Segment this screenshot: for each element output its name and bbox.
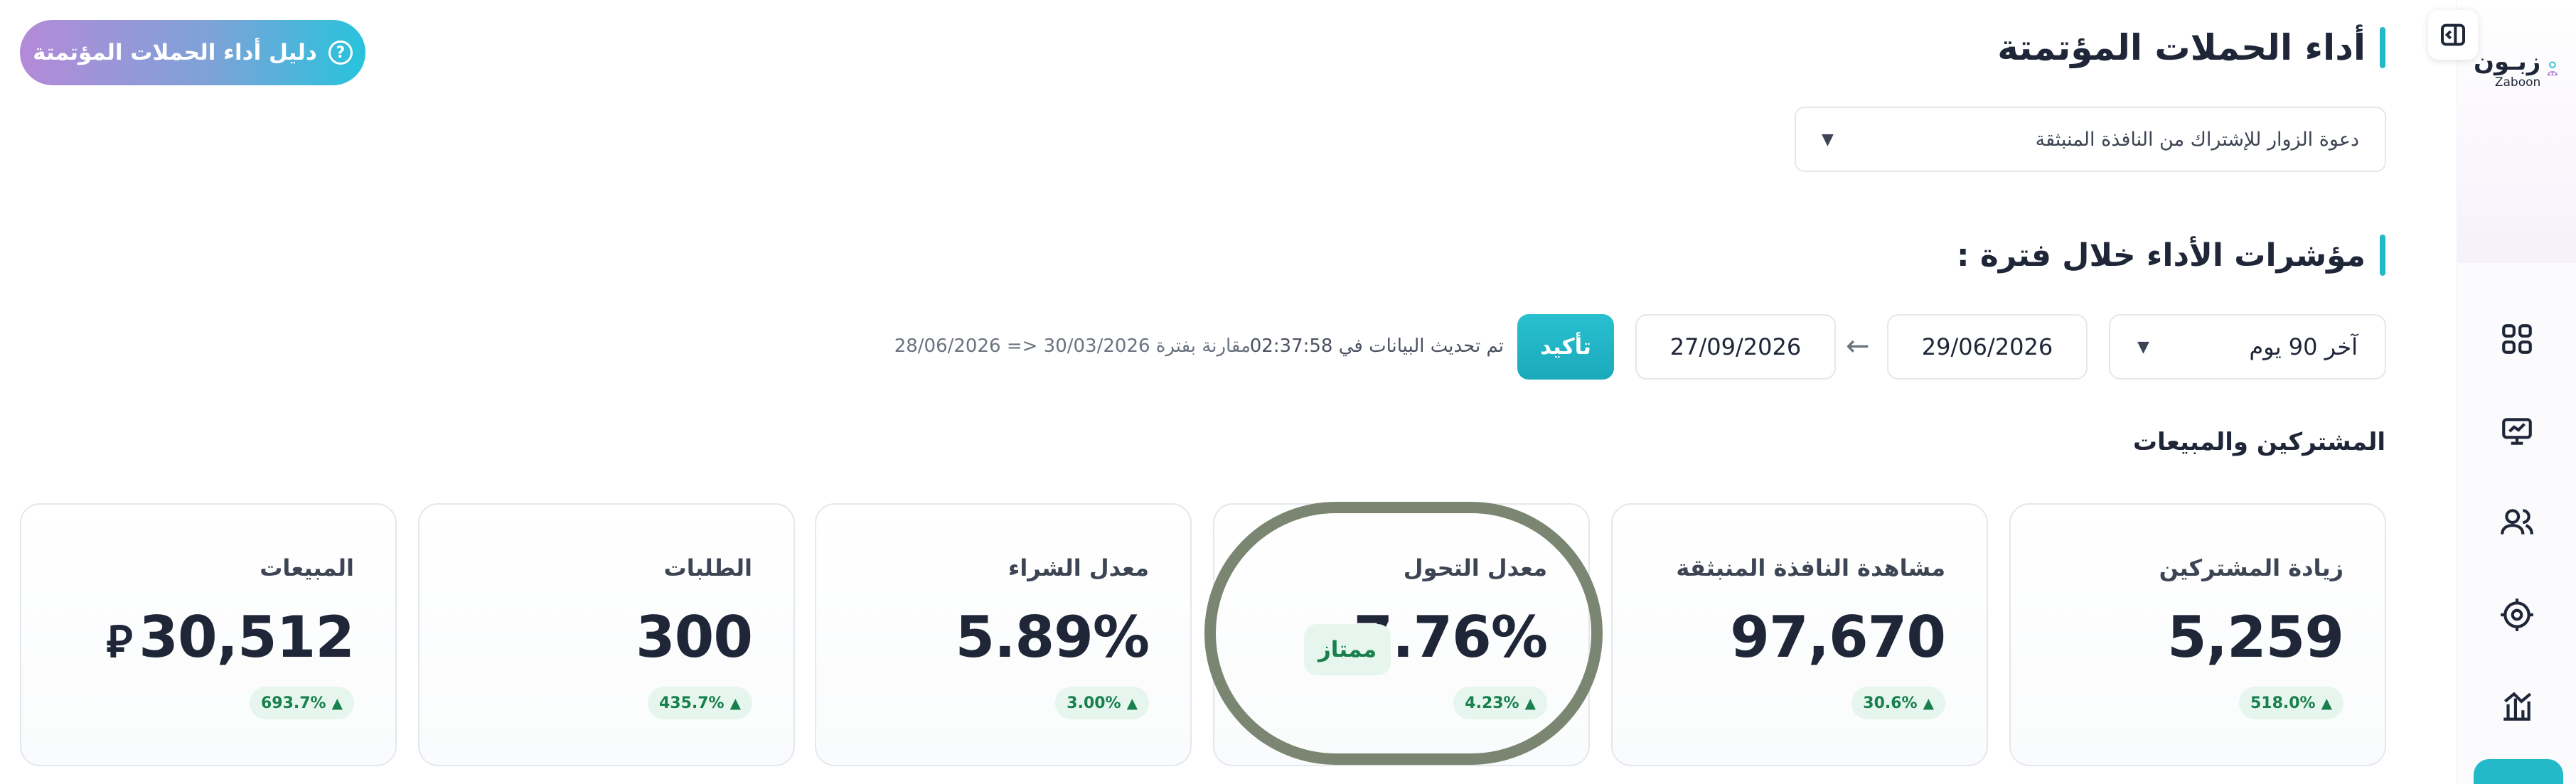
nav-item-dashboard[interactable] (2494, 316, 2540, 363)
nav-item-customers[interactable] (2494, 499, 2540, 546)
kpi-card-label: زيادة المشتركين (2159, 554, 2343, 581)
nav-item-active[interactable] (2474, 759, 2563, 784)
campaign-guide-label: دليل أداء الحملات المؤتمتة (33, 40, 317, 65)
page-title-text: أداء الحملات المؤتمتة (1997, 27, 2366, 68)
kpi-card-value: 97,670 (1730, 604, 1946, 670)
kpi-card-value: ⃁ 30,512 (106, 604, 355, 670)
kpi-card-label: مشاهدة النافذة المنبثقة (1676, 554, 1945, 581)
campaign-guide-button[interactable]: ? دليل أداء الحملات المؤتمتة (20, 20, 365, 85)
nav-item-reports[interactable] (2494, 408, 2540, 455)
logo-arabic: زبـون (2474, 47, 2541, 76)
triangle-up-icon: ▲ (2321, 694, 2332, 711)
change-badge: 3.00% ▲ (1055, 687, 1149, 719)
kpi-card-subscribers: زيادة المشتركين 5,259 518.0% ▲ (2009, 503, 2386, 766)
nav-item-analytics[interactable] (2494, 682, 2540, 729)
data-updated-text: تم تحديث البيانات في 02:37:58 (1249, 335, 1504, 357)
kpi-card-value: 5,259 (2166, 604, 2344, 670)
kpi-card-purchase-rate: معدل الشراء 5.89% 3.00% ▲ (815, 503, 1192, 766)
change-badge: 693.7% ▲ (249, 687, 354, 719)
logo-mark-icon (2547, 61, 2558, 76)
kpi-accent-bar (2380, 235, 2385, 276)
target-icon (2501, 598, 2533, 631)
campaign-select[interactable]: دعوة الزوار للإشتراك من النافذة المنبثقة… (1795, 107, 2386, 172)
presentation-chart-icon (2502, 418, 2532, 445)
kpi-card-orders: الطلبات 300 435.7% ▲ (418, 503, 795, 766)
collapse-sidebar-button[interactable] (2428, 10, 2478, 60)
triangle-up-icon: ▲ (1923, 694, 1934, 711)
sidebar: زبـون Zaboon (2457, 0, 2576, 784)
kpi-card-popup-views: مشاهدة النافذة المنبثقة 97,670 30.6% ▲ (1611, 503, 1988, 766)
kpi-card-label: الطلبات (663, 554, 752, 581)
date-from-field[interactable]: 29/06/2026 (1887, 314, 2088, 380)
period-select-value: آخر 90 يوم (2249, 333, 2358, 360)
logo[interactable]: زبـون Zaboon (2474, 44, 2559, 94)
date-from-value: 29/06/2026 (1921, 333, 2053, 360)
arrow-left-icon: ← (1846, 330, 1870, 363)
triangle-up-icon: ▲ (1126, 694, 1138, 711)
logo-english: Zaboon (2494, 75, 2541, 90)
chevron-down-icon: ▼ (2137, 338, 2149, 356)
triangle-up-icon: ▲ (331, 694, 343, 711)
page-title: أداء الحملات المؤتمتة (1997, 27, 2385, 68)
campaign-select-value: دعوة الزوار للإشتراك من النافذة المنبثقة (2035, 128, 2359, 151)
users-icon (2501, 509, 2533, 535)
bar-chart-icon (2503, 692, 2532, 721)
highlight-annotation-ring (1204, 502, 1603, 765)
help-icon: ? (328, 41, 353, 65)
kpi-card-label: المبيعات (260, 554, 354, 581)
grid-icon (2502, 324, 2532, 354)
chevron-down-icon: ▼ (1822, 130, 1834, 149)
sidebar-collapse-icon (2441, 23, 2465, 46)
kpi-card-value: 5.89% (955, 604, 1150, 670)
confirm-button[interactable]: تأكيد (1517, 314, 1614, 380)
kpi-card-value: 300 (636, 604, 753, 670)
change-badge: 435.7% ▲ (647, 687, 752, 719)
nav-item-campaigns[interactable] (2494, 591, 2540, 638)
change-badge: 30.6% ▲ (1851, 687, 1945, 719)
period-select[interactable]: آخر 90 يوم ▼ (2109, 314, 2386, 380)
triangle-up-icon: ▲ (729, 694, 741, 711)
subscribers-sales-title: المشتركين والمبيعات (2132, 428, 2385, 456)
kpi-section-title: مؤشرات الأداء خلال فترة : (1957, 235, 2385, 276)
kpi-title-text: مؤشرات الأداء خلال فترة : (1956, 237, 2366, 274)
logo-text: زبـون Zaboon (2474, 50, 2540, 89)
date-to-value: 27/09/2026 (1669, 333, 1802, 360)
kpi-card-label: معدل الشراء (1008, 554, 1149, 581)
date-to-field[interactable]: 27/09/2026 (1635, 314, 1836, 380)
change-badge: 518.0% ▲ (2238, 687, 2343, 719)
kpi-card-sales: المبيعات ⃁ 30,512 693.7% ▲ (20, 503, 397, 766)
riyal-currency-icon: ⃁ (106, 616, 132, 667)
title-accent-bar (2380, 27, 2385, 68)
comparison-period-text: مقارنة بفترة 30/03/2026 <= 28/06/2026 (894, 335, 1251, 357)
